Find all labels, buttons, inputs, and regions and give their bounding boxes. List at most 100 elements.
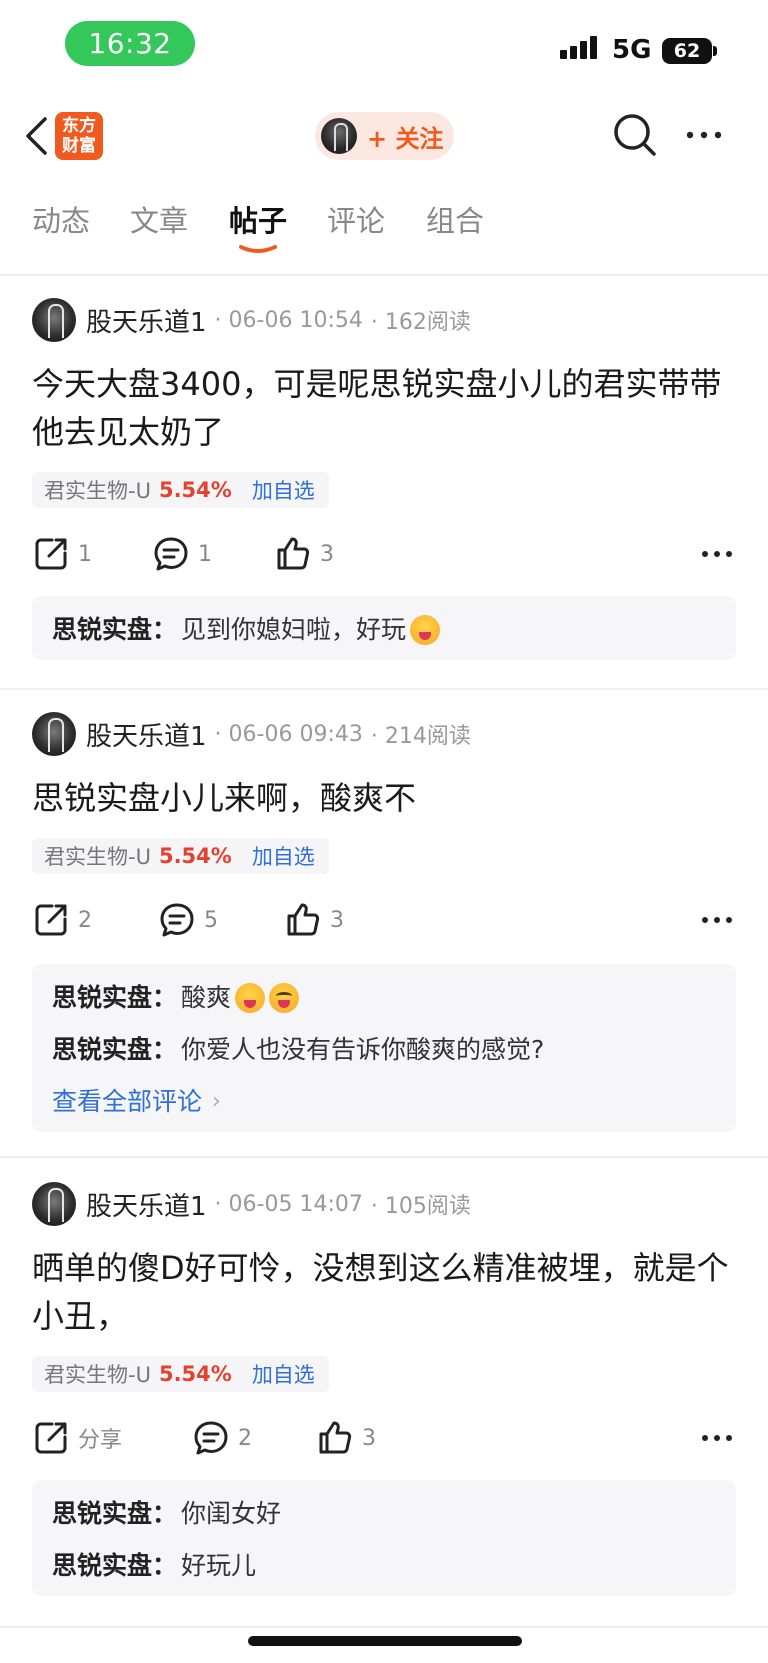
post-header: 股天乐道1 · 06-06 10:54 · 162阅读 <box>32 296 471 344</box>
stock-change: 5.54% <box>158 478 232 502</box>
avatar[interactable] <box>32 298 76 342</box>
view-all-comments-link[interactable]: 查看全部评论 › <box>52 1084 716 1120</box>
post-content[interactable]: 今天大盘3400，可是呢思锐实盘小儿的君实带带他去见太奶了 <box>32 360 732 456</box>
share-icon <box>35 538 67 570</box>
comment-user[interactable]: 思锐实盘 <box>52 612 152 648</box>
comment-item: 思锐实盘： 好玩儿 <box>52 1548 716 1584</box>
comment-icon <box>154 537 188 571</box>
post-content[interactable]: 晒单的傻D好可怜，没想到这么精准被埋，就是个小丑， <box>32 1244 732 1340</box>
add-watchlist-button[interactable]: 加自选 <box>252 1359 315 1389</box>
battery-icon: 62 <box>662 38 712 64</box>
comment-user[interactable]: 思锐实盘 <box>52 1548 152 1584</box>
comment-count: 2 <box>238 1425 252 1451</box>
divider <box>0 688 768 690</box>
comment-user[interactable]: 思锐实盘 <box>52 1032 152 1068</box>
comment-user[interactable]: 思锐实盘 <box>52 1496 152 1532</box>
post-content[interactable]: 思锐实盘小儿来啊，酸爽不 <box>32 774 732 822</box>
follow-label: + 关注 <box>367 124 444 153</box>
read-count: · 214阅读 <box>370 724 471 749</box>
author-name[interactable]: 股天乐道1 <box>86 716 207 753</box>
share-button[interactable]: 分享 <box>32 1416 122 1460</box>
more-icon[interactable] <box>700 1424 734 1452</box>
stock-name: 君实生物-U <box>44 1363 151 1387</box>
comment-button[interactable]: 5 <box>158 898 218 942</box>
comment-user[interactable]: 思锐实盘 <box>52 980 152 1016</box>
stock-name: 君实生物-U <box>44 479 151 503</box>
share-button[interactable]: 1 <box>32 532 92 576</box>
post-time: · 06-05 14:07 <box>214 1191 363 1217</box>
emoji-icon <box>235 983 266 1013</box>
tab-active-indicator <box>239 245 277 253</box>
comment-text: 酸爽 <box>181 983 232 1012</box>
like-count: 3 <box>320 541 334 567</box>
home-indicator[interactable] <box>248 1636 522 1646</box>
like-button[interactable]: 3 <box>316 1416 376 1460</box>
stock-tag[interactable]: 君实生物-U 5.54% 加自选 <box>32 1356 329 1392</box>
post-actions: 1 1 3 <box>32 532 736 576</box>
comment-preview[interactable]: 思锐实盘： 见到你媳妇啦，好玩 <box>32 596 736 660</box>
more-icon[interactable] <box>684 120 724 150</box>
read-count: · 162阅读 <box>370 310 471 335</box>
post-time: · 06-06 10:54 <box>214 307 363 333</box>
comment-item: 思锐实盘： 见到你媳妇啦，好玩 <box>52 612 716 648</box>
share-count: 2 <box>78 907 92 933</box>
network-label: 5G <box>612 35 652 65</box>
tab-articles[interactable]: 文章 <box>130 198 188 240</box>
more-icon[interactable] <box>700 540 734 568</box>
tab-bar: 动态 文章 帖子 评论 组合 <box>0 190 768 258</box>
divider <box>0 274 768 276</box>
comment-preview[interactable]: 思锐实盘： 你闺女好 思锐实盘： 好玩儿 <box>32 1480 736 1596</box>
emoji-icon <box>410 615 441 645</box>
more-icon[interactable] <box>700 906 734 934</box>
avatar[interactable] <box>32 712 76 756</box>
follow-button[interactable]: + 关注 <box>315 112 454 160</box>
app-logo: 东方 财富 <box>55 112 103 160</box>
view-all-label: 查看全部评论 <box>52 1087 203 1116</box>
share-icon <box>35 904 67 936</box>
status-time: 16:32 <box>65 21 195 66</box>
tab-dynamics[interactable]: 动态 <box>32 198 90 240</box>
share-icon <box>35 1422 67 1454</box>
back-icon[interactable] <box>16 114 56 158</box>
stock-name: 君实生物-U <box>44 845 151 869</box>
author-name[interactable]: 股天乐道1 <box>86 302 207 339</box>
comment-icon <box>160 903 194 937</box>
post-card[interactable]: 股天乐道1 · 06-06 10:54 · 162阅读 今天大盘3400，可是呢… <box>0 296 768 676</box>
like-button[interactable]: 3 <box>284 898 344 942</box>
post-header: 股天乐道1 · 06-06 09:43 · 214阅读 <box>32 710 471 758</box>
like-count: 3 <box>330 907 344 933</box>
post-card[interactable]: 股天乐道1 · 06-06 09:43 · 214阅读 思锐实盘小儿来啊，酸爽不… <box>0 710 768 1140</box>
stock-tag[interactable]: 君实生物-U 5.54% 加自选 <box>32 472 329 508</box>
divider <box>0 1626 768 1628</box>
comment-preview[interactable]: 思锐实盘： 酸爽 思锐实盘： 你爱人也没有告诉你酸爽的感觉? 查看全部评论 › <box>32 964 736 1132</box>
comment-item: 思锐实盘： 你闺女好 <box>52 1496 716 1532</box>
search-icon[interactable] <box>612 112 658 158</box>
tab-portfolios[interactable]: 组合 <box>426 198 484 240</box>
add-watchlist-button[interactable]: 加自选 <box>252 475 315 505</box>
comment-button[interactable]: 1 <box>152 532 212 576</box>
nav-bar: 东方 财富 + 关注 <box>0 100 768 172</box>
tab-comments[interactable]: 评论 <box>327 198 385 240</box>
tab-posts[interactable]: 帖子 <box>229 198 287 240</box>
thumbs-up-icon <box>287 903 320 936</box>
add-watchlist-button[interactable]: 加自选 <box>252 841 315 871</box>
post-actions: 分享 2 3 <box>32 1416 736 1460</box>
share-button[interactable]: 2 <box>32 898 92 942</box>
avatar[interactable] <box>32 1182 76 1226</box>
author-name[interactable]: 股天乐道1 <box>86 1186 207 1223</box>
thumbs-up-icon <box>319 1421 352 1454</box>
chevron-right-icon: › <box>212 1089 221 1114</box>
stock-change: 5.54% <box>158 1362 232 1386</box>
share-count: 1 <box>78 541 92 567</box>
read-count: · 105阅读 <box>370 1194 471 1219</box>
like-button[interactable]: 3 <box>274 532 334 576</box>
comment-button[interactable]: 2 <box>192 1416 252 1460</box>
comment-text: 你闺女好 <box>181 1499 282 1528</box>
comment-item: 思锐实盘： 你爱人也没有告诉你酸爽的感觉? <box>52 1032 716 1068</box>
status-bar: 16:32 5G 62 <box>0 0 768 90</box>
divider <box>0 1156 768 1158</box>
post-card[interactable]: 股天乐道1 · 06-05 14:07 · 105阅读 晒单的傻D好可怜，没想到… <box>0 1180 768 1620</box>
comment-text: 你爱人也没有告诉你酸爽的感觉? <box>181 1035 545 1064</box>
logo-line2: 财富 <box>62 136 96 156</box>
stock-tag[interactable]: 君实生物-U 5.54% 加自选 <box>32 838 329 874</box>
